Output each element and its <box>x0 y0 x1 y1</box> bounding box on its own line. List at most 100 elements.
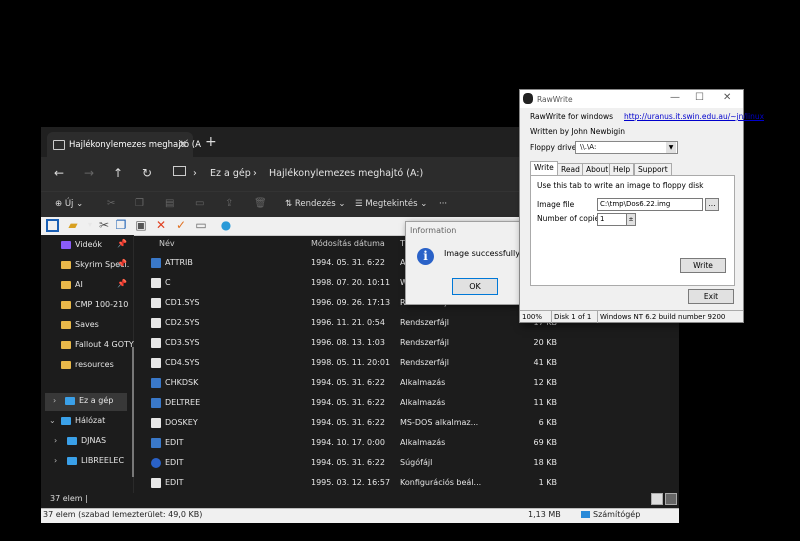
browse-button[interactable]: ... <box>705 198 719 211</box>
maximize-icon[interactable]: ☐ <box>695 92 704 103</box>
chevron-down-icon[interactable]: ▼ <box>666 142 676 153</box>
rename-icon[interactable]: ▭ <box>195 198 204 209</box>
close-tab-icon[interactable]: ✕ <box>178 138 187 151</box>
table-row[interactable]: EDIT 1995. 03. 12. 16:57 Konfigurációs beá… <box>133 473 679 493</box>
cut-legacy-icon[interactable]: ✂ <box>97 218 111 232</box>
video-folder-icon <box>61 241 71 249</box>
minimize-icon[interactable]: — <box>670 92 680 103</box>
network-globe-icon[interactable]: ● <box>219 218 233 232</box>
sidebar-item-videos[interactable]: Videók 📌 <box>41 237 133 255</box>
computer-icon <box>173 166 186 176</box>
breadcrumb-this-pc[interactable]: Ez a gép <box>210 168 251 179</box>
copies-stepper[interactable]: ± <box>626 213 636 226</box>
copy-legacy-icon[interactable]: ❐ <box>114 218 128 232</box>
new-tab-button[interactable]: + <box>205 134 217 150</box>
file-size: 11 KB <box>533 398 557 407</box>
file-icon <box>151 458 161 468</box>
homepage-link[interactable]: http://uranus.it.swin.edu.au/~jn/linux <box>624 112 764 121</box>
paste-legacy-icon[interactable]: ▣ <box>134 218 148 232</box>
copies-input[interactable]: 1 <box>597 213 627 226</box>
table-row[interactable]: EDIT 1994. 05. 31. 6:22 Súgófájl 18 KB <box>133 453 679 473</box>
sidebar-item-djnas[interactable]: › DJNAS <box>41 433 133 451</box>
file-size: 41 KB <box>533 358 557 367</box>
folder-options-icon[interactable]: ▰ <box>66 218 80 232</box>
file-size: 1 KB <box>538 478 557 487</box>
view-button[interactable]: ☰ Megtekintés ⌄ <box>355 199 427 209</box>
sort-button[interactable]: ⇅ Rendezés ⌄ <box>285 199 346 209</box>
table-row[interactable]: CD3.SYS 1996. 08. 13. 1:03 Rendszerfájl 20 … <box>133 333 679 353</box>
free-space-status: 37 elem (szabad lemezterület: 49,0 KB) <box>43 510 203 519</box>
sidebar-item-cmp[interactable]: CMP 100-210 <box>41 297 133 315</box>
share-icon[interactable]: ⇪ <box>225 198 233 209</box>
write-button[interactable]: Write <box>680 258 726 273</box>
sidebar-item-fallout[interactable]: Fallout 4 GOTY <box>41 337 134 355</box>
ok-button[interactable]: OK <box>452 278 498 295</box>
app-icon <box>523 93 533 104</box>
tab-floppy-drive[interactable]: Hajlékonylemezes meghajtó (A ✕ <box>47 132 201 157</box>
chevron-down-icon[interactable]: ⌄ <box>49 416 56 425</box>
check-icon[interactable]: ✓ <box>174 218 188 232</box>
dropdown-arrow-icon[interactable]: ▾ <box>83 218 97 232</box>
table-row[interactable]: EDIT 1994. 10. 17. 0:00 Alkalmazás 69 KB <box>133 433 679 453</box>
chevron-right-icon[interactable]: › <box>54 456 57 465</box>
tab-write[interactable]: Write <box>530 161 558 176</box>
new-button[interactable]: ⊕ Új ⌄ <box>55 199 83 209</box>
file-icon <box>151 278 161 288</box>
sidebar-item-skyrim[interactable]: Skyrim Speci. 📌 <box>41 257 133 275</box>
breadcrumb-floppy[interactable]: Hajlékonylemezes meghajtó (A:) <box>269 168 423 179</box>
delete-legacy-icon[interactable]: ✕ <box>154 218 168 232</box>
floppy-drive-select[interactable]: \\.\A: ▼ <box>575 141 678 154</box>
progress-percent: 100% <box>522 313 543 321</box>
file-date: 1994. 05. 31. 6:22 <box>311 378 385 387</box>
file-name: EDIT <box>165 438 184 447</box>
sidebar-item-this-pc[interactable]: › Ez a gép <box>45 393 127 411</box>
up-icon[interactable]: ↑ <box>113 166 123 180</box>
copy-icon[interactable]: ❐ <box>135 198 144 209</box>
breadcrumb-separator: › <box>193 168 197 179</box>
file-date: 1998. 05. 11. 20:01 <box>311 358 391 367</box>
sidebar-item-resources[interactable]: resources <box>41 357 133 375</box>
file-icon <box>151 478 161 488</box>
new-label: Új <box>64 199 74 209</box>
column-header-date[interactable]: Módosítás dátuma <box>311 239 385 248</box>
file-name: C <box>165 278 171 287</box>
chevron-right-icon[interactable]: › <box>54 436 57 445</box>
table-row[interactable]: CHKDSK 1994. 05. 31. 6:22 Alkalmazás 12 KB <box>133 373 679 393</box>
view-label: Megtekintés <box>365 199 418 209</box>
sidebar-item-saves[interactable]: Saves <box>41 317 133 335</box>
details-view-icon[interactable] <box>651 493 663 505</box>
image-file-input[interactable]: C:\tmp\Dos6.22.img <box>597 198 703 211</box>
sidebar-item-libreelec[interactable]: › LIBREELEC <box>41 453 133 471</box>
tiles-view-icon[interactable] <box>665 493 677 505</box>
sort-label: Rendezés <box>294 199 336 209</box>
computer-icon <box>67 437 77 445</box>
column-header-name[interactable]: Név <box>159 239 175 248</box>
size-status: 1,13 MB <box>528 510 561 519</box>
chevron-right-icon[interactable]: › <box>53 396 56 405</box>
close-icon[interactable]: ✕ <box>723 92 731 103</box>
os-version: Windows NT 6.2 build number 9200 <box>600 313 726 321</box>
file-icon <box>151 418 161 428</box>
forward-icon[interactable]: → <box>84 166 94 180</box>
sidebar-item-label: DJNAS <box>81 436 107 445</box>
back-icon[interactable]: ← <box>54 166 64 180</box>
table-row[interactable]: DELTREE 1994. 05. 31. 6:22 Alkalmazás 11 KB <box>133 393 679 413</box>
table-row[interactable]: CD4.SYS 1998. 05. 11. 20:01 Rendszerfájl 41… <box>133 353 679 373</box>
exit-button[interactable]: Exit <box>688 289 734 304</box>
properties-icon[interactable]: ▭ <box>194 218 208 232</box>
file-icon <box>151 338 161 348</box>
location-status: Számítógép <box>593 510 641 519</box>
write-tab-panel: Use this tab to write an image to floppy… <box>530 175 735 286</box>
file-name: EDIT <box>165 478 184 487</box>
sidebar-item-network[interactable]: ⌄ Hálózat <box>41 413 133 431</box>
more-options-button[interactable]: ··· <box>439 199 447 209</box>
folder-icon <box>61 321 71 329</box>
sidebar-item-ai[interactable]: AI 📌 <box>41 277 133 295</box>
delete-icon[interactable]: 🗑 <box>254 198 267 209</box>
table-row[interactable]: DOSKEY 1994. 05. 31. 6:22 MS-DOS alkalmaz.… <box>133 413 679 433</box>
refresh-icon[interactable]: ↻ <box>142 166 152 180</box>
paste-icon[interactable]: ▤ <box>165 198 174 209</box>
pane-icon[interactable] <box>46 219 59 232</box>
cut-icon[interactable]: ✂ <box>107 198 115 209</box>
file-name: CD4.SYS <box>165 358 200 367</box>
